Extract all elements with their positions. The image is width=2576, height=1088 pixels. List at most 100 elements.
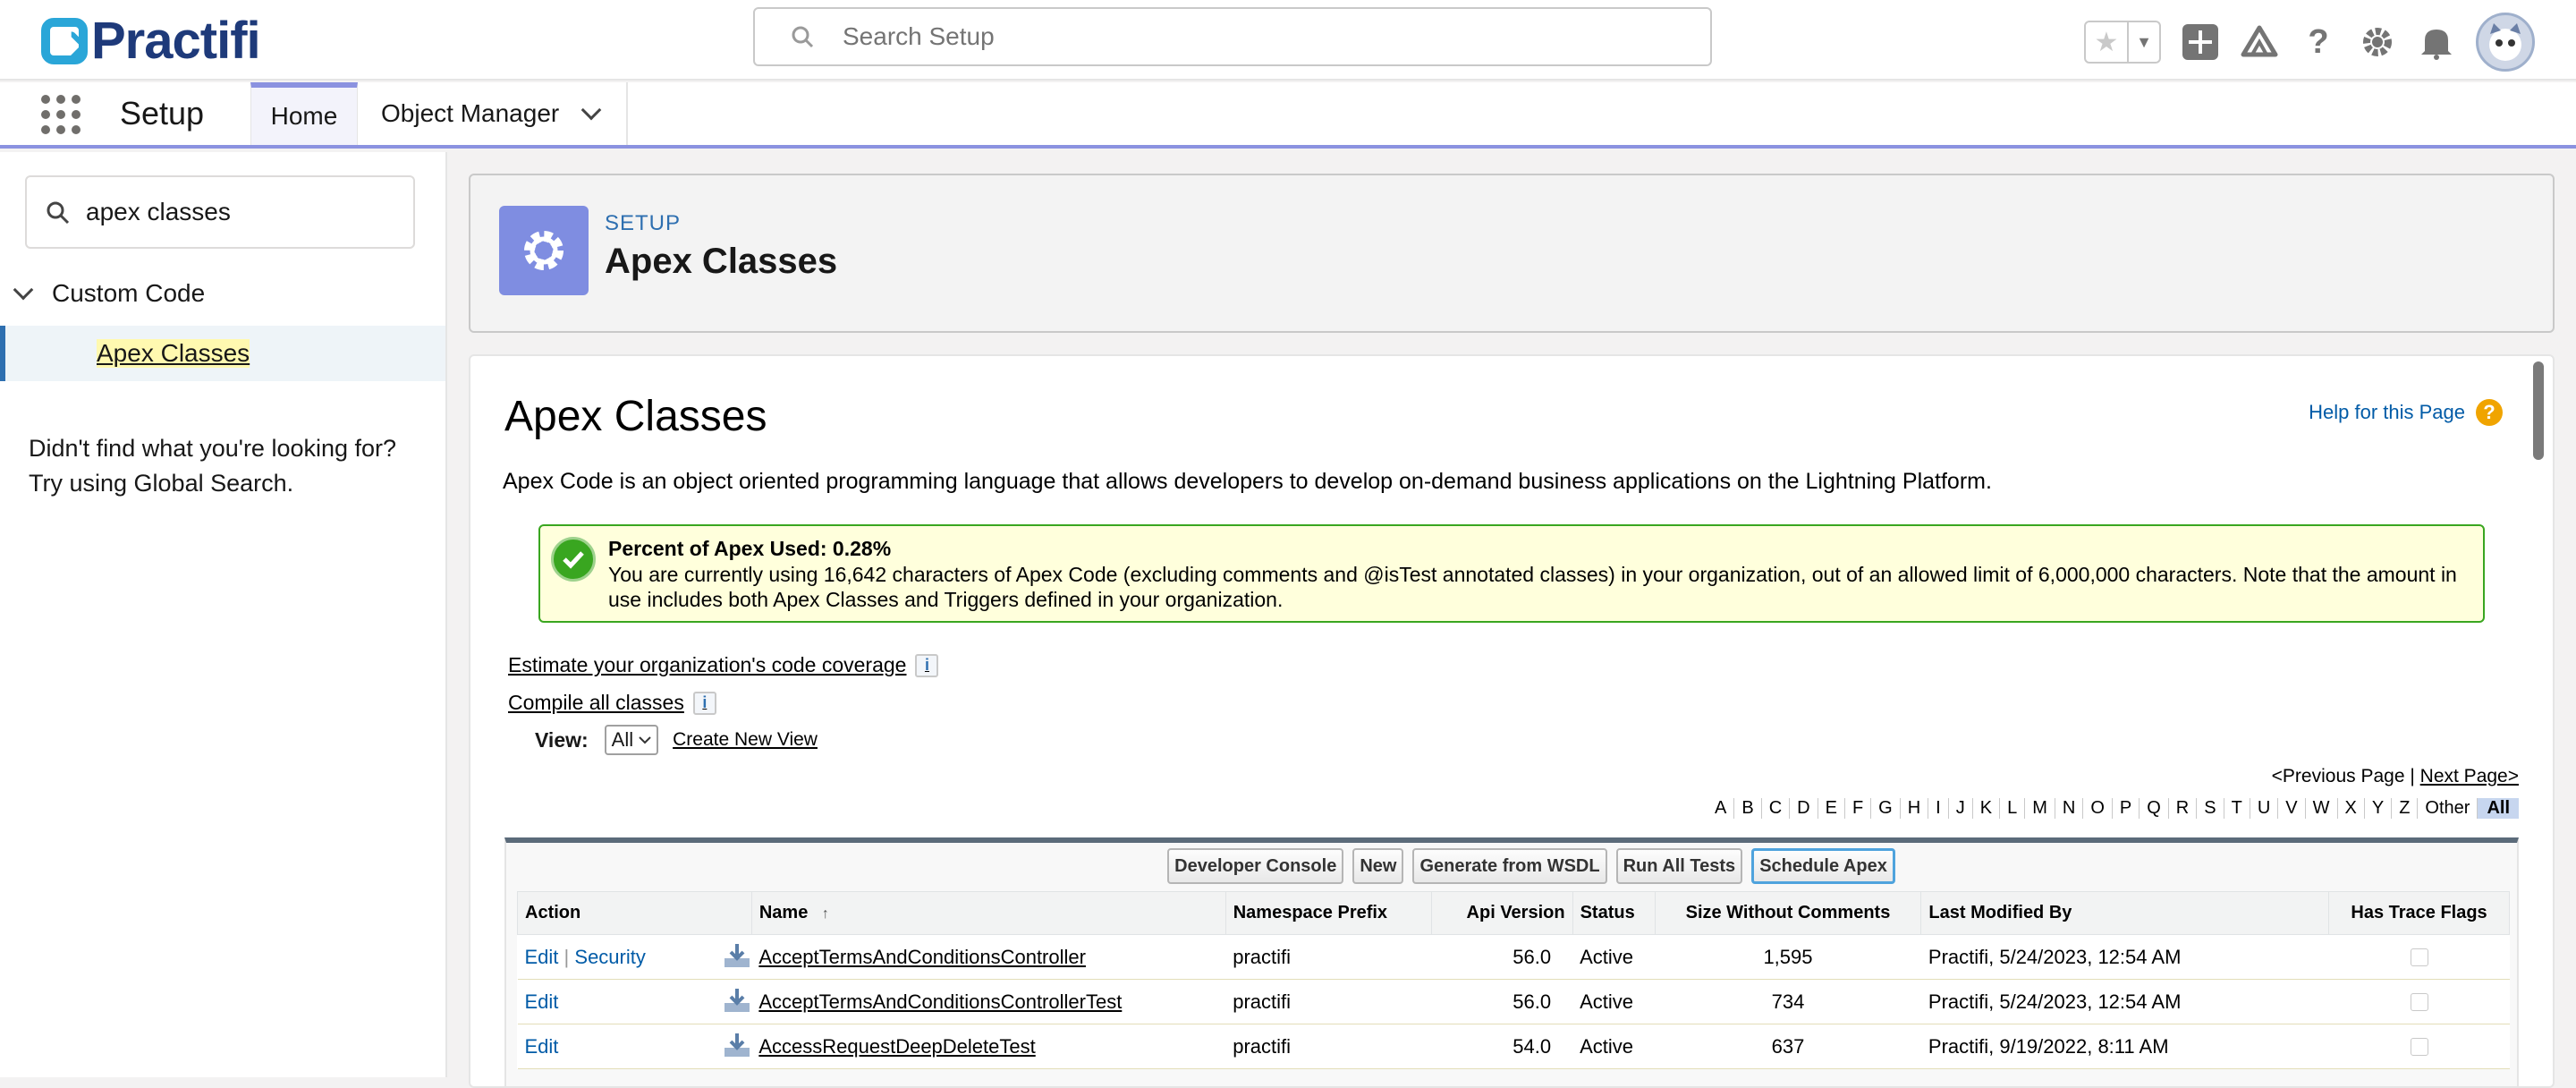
alpha-filter-item[interactable]: I [1928,798,1949,819]
alpha-filter-item[interactable]: R [2169,798,2198,819]
help-icon[interactable]: ? [2476,399,2503,426]
prev-page-link[interactable]: <Previous Page [2272,766,2405,786]
edit-link[interactable]: Edit [525,946,559,968]
alpha-filter-item[interactable]: Other [2418,798,2479,819]
star-icon[interactable]: ★ [2086,22,2129,62]
trailhead-icon[interactable] [2240,22,2279,62]
run-all-tests-button[interactable]: Run All Tests [1615,848,1743,884]
alpha-filter-item[interactable]: C [1762,798,1791,819]
class-name-link[interactable]: AcceptTermsAndConditionsControllerTest [751,979,1226,1024]
alpha-filter-item[interactable]: Z [2392,798,2419,819]
tab-object-manager[interactable]: Object Manager [358,82,628,145]
chevron-down-icon[interactable] [580,99,602,121]
alpha-filter-item[interactable]: J [1949,798,1973,819]
col-last-modified[interactable]: Last Modified By [1920,891,2330,935]
scrollbar[interactable] [2533,361,2544,460]
bell-icon[interactable] [2417,22,2456,62]
gear-icon[interactable] [2358,22,2397,62]
next-page-link[interactable]: Next Page> [2420,766,2519,786]
developer-console-button[interactable]: Developer Console [1167,848,1344,884]
col-name-label[interactable]: Name [759,903,808,922]
page-kicker: SETUP [605,211,682,235]
checkmark-icon [551,537,596,582]
info-icon[interactable]: i [915,653,939,677]
view-select[interactable]: All [604,725,659,755]
col-trace-flags[interactable]: Has Trace Flags [2328,891,2510,935]
global-search-input[interactable]: Search Setup [753,7,1712,66]
alpha-filter-item[interactable]: W [2306,798,2338,819]
quick-find-value: apex classes [86,198,231,225]
chevron-down-icon[interactable]: ▼ [2129,22,2159,62]
sidebar-item-apex-classes[interactable]: Apex Classes [0,326,445,381]
generate-from-wsdl-button[interactable]: Generate from WSDL [1412,848,1607,884]
app-launcher-icon[interactable] [41,95,80,134]
trace-flag-checkbox [2410,948,2428,966]
download-icon[interactable] [723,987,751,1014]
alpha-filter-item[interactable]: E [1818,798,1845,819]
alpha-filter-item[interactable]: H [1901,798,1929,819]
alpha-filter-item[interactable]: N [2055,798,2084,819]
last-modified: Practifi, 5/24/2023, 12:54 AM [1920,979,2329,1024]
info-icon[interactable]: i [692,691,716,715]
api-version: 56.0 [1431,979,1573,1024]
edit-link[interactable]: Edit [525,990,559,1013]
col-name[interactable]: Name ↑ [750,891,1226,935]
alpha-filter-item[interactable]: D [1790,798,1818,819]
col-api-version[interactable]: Api Version [1430,891,1573,935]
schedule-apex-button[interactable]: Schedule Apex [1751,848,1895,884]
alpha-filter-item[interactable]: S [2197,798,2224,819]
brand-logo[interactable]: Practifi [41,11,261,71]
edit-link[interactable]: Edit [525,1035,559,1058]
help-for-page-link[interactable]: Help for this Page ? [2309,399,2503,426]
class-name-link[interactable]: AccessRequestDeepDeleteTest [751,1024,1226,1069]
alpha-filter-item[interactable]: P [2113,798,2140,819]
alpha-filter-item[interactable]: U [2250,798,2279,819]
favorites-button[interactable]: ★ ▼ [2084,21,2161,64]
quick-find-input[interactable]: apex classes [25,175,415,249]
plus-icon[interactable] [2181,22,2220,62]
alpha-filter-item[interactable]: V [2278,798,2306,819]
tab-home[interactable]: Home [250,82,358,145]
tree-group-custom-code[interactable]: Custom Code [13,279,205,308]
view-selector: View: All Create New View [535,725,818,755]
col-size[interactable]: Size Without Comments [1654,891,1922,935]
code-coverage-link[interactable]: Estimate your organization's code covera… [508,653,939,677]
apex-class-table: Action Name ↑ Namespace Prefix Api Versi… [517,891,2510,1069]
alpha-filter-item[interactable]: B [1734,798,1762,819]
alpha-filter-item[interactable]: All [2478,798,2519,819]
alpha-filter-item[interactable]: G [1871,798,1901,819]
api-version: 56.0 [1431,934,1573,980]
avatar[interactable] [2476,13,2535,72]
sort-asc-icon: ↑ [821,906,829,922]
alpha-filter-item[interactable]: Y [2365,798,2393,819]
alpha-filter-item[interactable]: A [1707,798,1735,819]
sidebar-item-label[interactable]: Apex Classes [97,339,250,368]
last-modified: Practifi, 5/24/2023, 12:54 AM [1920,934,2329,980]
search-icon [47,201,70,225]
namespace-prefix: practifi [1225,979,1432,1024]
alpha-filter-item[interactable]: K [1973,798,2001,819]
alpha-filter-item[interactable]: Q [2140,798,2169,819]
create-new-view-link[interactable]: Create New View [673,729,818,751]
new-button[interactable]: New [1352,848,1404,884]
help-link-label[interactable]: Help for this Page [2309,401,2465,424]
compile-all-link[interactable]: Compile all classes i [508,691,716,715]
col-namespace[interactable]: Namespace Prefix [1224,891,1432,935]
security-link[interactable]: Security [574,946,645,968]
help-icon[interactable]: ? [2299,22,2338,62]
alpha-filter-item[interactable]: F [1845,798,1872,819]
chevron-down-icon[interactable] [13,279,34,301]
download-icon[interactable] [723,1032,751,1058]
trace-flag-checkbox [2410,1037,2428,1056]
row-actions: Edit | Security [517,934,752,980]
code-coverage-label[interactable]: Estimate your organization's code covera… [508,653,906,677]
compile-all-label[interactable]: Compile all classes [508,691,684,715]
alpha-filter-item[interactable]: O [2083,798,2113,819]
alpha-filter-item[interactable]: L [2000,798,2026,819]
alpha-filter-item[interactable]: M [2025,798,2055,819]
class-name-link[interactable]: AcceptTermsAndConditionsController [751,934,1226,980]
col-status[interactable]: Status [1572,891,1656,935]
alpha-filter-item[interactable]: T [2224,798,2250,819]
alpha-filter-item[interactable]: X [2338,798,2365,819]
download-icon[interactable] [723,942,751,969]
